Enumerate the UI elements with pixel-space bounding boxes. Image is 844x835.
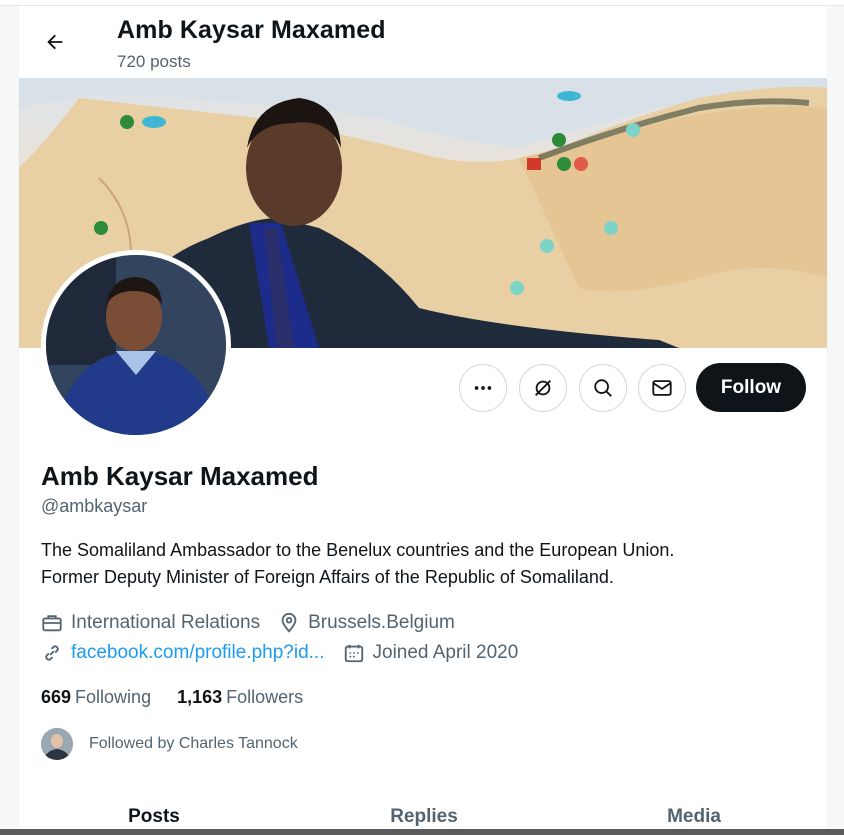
profile-location: Brussels.Belgium [278, 612, 455, 634]
followers-label: Followers [226, 687, 304, 707]
followed-by[interactable]: Followed by Charles Tannock [41, 728, 298, 760]
avatar-image [46, 255, 226, 435]
following-link[interactable]: 669 Following [41, 687, 151, 708]
arrow-left-icon [47, 34, 63, 50]
profile-meta-row-1: International Relations Brussels.Belgium [41, 612, 473, 634]
message-button[interactable] [638, 364, 686, 412]
back-button[interactable] [37, 24, 73, 60]
follower-avatar [41, 728, 73, 760]
followers-link[interactable]: 1,163 Followers [177, 687, 303, 708]
grok-button[interactable] [519, 364, 567, 412]
following-label: Following [75, 687, 152, 707]
followed-by-text: Followed by Charles Tannock [89, 735, 298, 752]
window-bottom-edge [0, 829, 844, 835]
website-link[interactable]: facebook.com/profile.php?id... [71, 642, 325, 664]
profile-category: International Relations [41, 612, 260, 634]
bio-line-1: The Somaliland Ambassador to the Benelux… [41, 540, 675, 560]
profile-website[interactable]: facebook.com/profile.php?id... [41, 642, 325, 664]
profile-joined: Joined April 2020 [343, 642, 519, 664]
profile-avatar[interactable] [41, 250, 231, 440]
followers-count: 1,163 [177, 687, 223, 707]
search-profile-button[interactable] [579, 364, 627, 412]
profile-name: Amb Kaysar Maxamed [41, 461, 319, 491]
search-icon [594, 379, 612, 397]
profile-page: Amb Kaysar Maxamed 720 posts Follow Amb … [18, 6, 828, 835]
location-pin-icon [281, 612, 297, 633]
profile-meta-row-2: facebook.com/profile.php?id... Joined Ap… [41, 642, 536, 664]
joined-text: Joined April 2020 [372, 642, 519, 663]
follower-avatar-image [41, 728, 73, 760]
more-button[interactable] [459, 364, 507, 412]
bio-line-2: Former Deputy Minister of Foreign Affair… [41, 567, 614, 587]
briefcase-icon [42, 615, 62, 632]
location-text: Brussels.Belgium [308, 612, 455, 633]
profile-bio: The Somaliland Ambassador to the Benelux… [41, 537, 811, 591]
follow-stats: 669 Following 1,163 Followers [41, 687, 329, 708]
following-count: 669 [41, 687, 72, 707]
grok-icon [535, 380, 551, 396]
more-icon [474, 386, 492, 390]
category-text: International Relations [71, 612, 261, 633]
header-title: Amb Kaysar Maxamed [117, 16, 386, 44]
follow-button[interactable]: Follow [696, 363, 806, 412]
profile-handle: @ambkaysar [41, 496, 148, 516]
calendar-icon [344, 644, 363, 663]
header-post-count: 720 posts [117, 52, 191, 71]
link-icon [45, 645, 59, 661]
message-icon [652, 380, 672, 396]
profile-header: Amb Kaysar Maxamed 720 posts [19, 6, 827, 78]
